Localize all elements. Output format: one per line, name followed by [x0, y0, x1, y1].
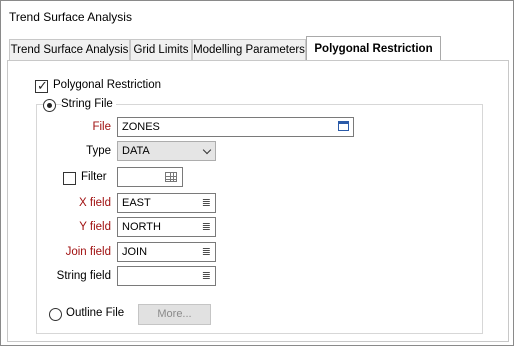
list-icon[interactable]: ≣: [202, 194, 211, 212]
tab-strip: Trend Surface Analysis Grid Limits Model…: [9, 36, 509, 61]
tab-modelling-parameters[interactable]: Modelling Parameters: [192, 39, 306, 61]
table-icon[interactable]: [165, 172, 177, 182]
tab-polygonal-restriction[interactable]: Polygonal Restriction: [306, 36, 441, 61]
join-field-value: JOIN: [122, 246, 148, 258]
dialog-window: Trend Surface Analysis Trend Surface Ana…: [0, 0, 514, 346]
type-value: DATA: [122, 145, 150, 157]
list-icon[interactable]: ≣: [202, 243, 211, 261]
polygonal-restriction-label: Polygonal Restriction: [53, 79, 162, 91]
tab-panel: ✓ Polygonal Restriction String File File…: [7, 60, 509, 342]
join-field-label: Join field: [65, 246, 111, 258]
x-field-input[interactable]: EAST ≣: [117, 193, 216, 213]
tab-trend-surface-analysis[interactable]: Trend Surface Analysis: [9, 39, 130, 61]
polygonal-restriction-checkbox[interactable]: ✓: [35, 78, 48, 93]
string-field-label: String field: [56, 270, 111, 282]
file-value: ZONES: [122, 121, 160, 133]
tab-grid-limits[interactable]: Grid Limits: [130, 39, 192, 61]
file-browse-icon[interactable]: [338, 121, 349, 131]
outline-file-label: Outline File: [66, 307, 125, 319]
radio-selected-dot: [47, 103, 52, 108]
type-label: Type: [86, 145, 111, 157]
y-field-input[interactable]: NORTH ≣: [117, 217, 216, 237]
string-file-label: String File: [61, 98, 116, 110]
type-select[interactable]: DATA: [117, 141, 216, 161]
file-label: File: [92, 121, 111, 133]
list-icon[interactable]: ≣: [202, 218, 211, 236]
y-field-value: NORTH: [122, 221, 161, 233]
checkmark-icon: ✓: [37, 78, 48, 93]
filter-checkbox[interactable]: [63, 172, 76, 185]
join-field-input[interactable]: JOIN ≣: [117, 242, 216, 262]
x-field-label: X field: [79, 197, 111, 209]
filter-input[interactable]: [117, 167, 183, 187]
string-file-group: [36, 104, 483, 334]
filter-label: Filter: [81, 171, 107, 183]
list-icon[interactable]: ≣: [202, 267, 211, 285]
string-field-input[interactable]: ≣: [117, 266, 216, 286]
x-field-value: EAST: [122, 197, 151, 209]
chevron-down-icon: [202, 145, 212, 155]
string-file-radio[interactable]: [43, 99, 56, 112]
y-field-label: Y field: [79, 221, 111, 233]
window-title: Trend Surface Analysis: [9, 10, 132, 24]
more-button[interactable]: More...: [138, 304, 211, 325]
outline-file-radio[interactable]: [49, 308, 62, 321]
file-input[interactable]: ZONES: [117, 117, 354, 137]
